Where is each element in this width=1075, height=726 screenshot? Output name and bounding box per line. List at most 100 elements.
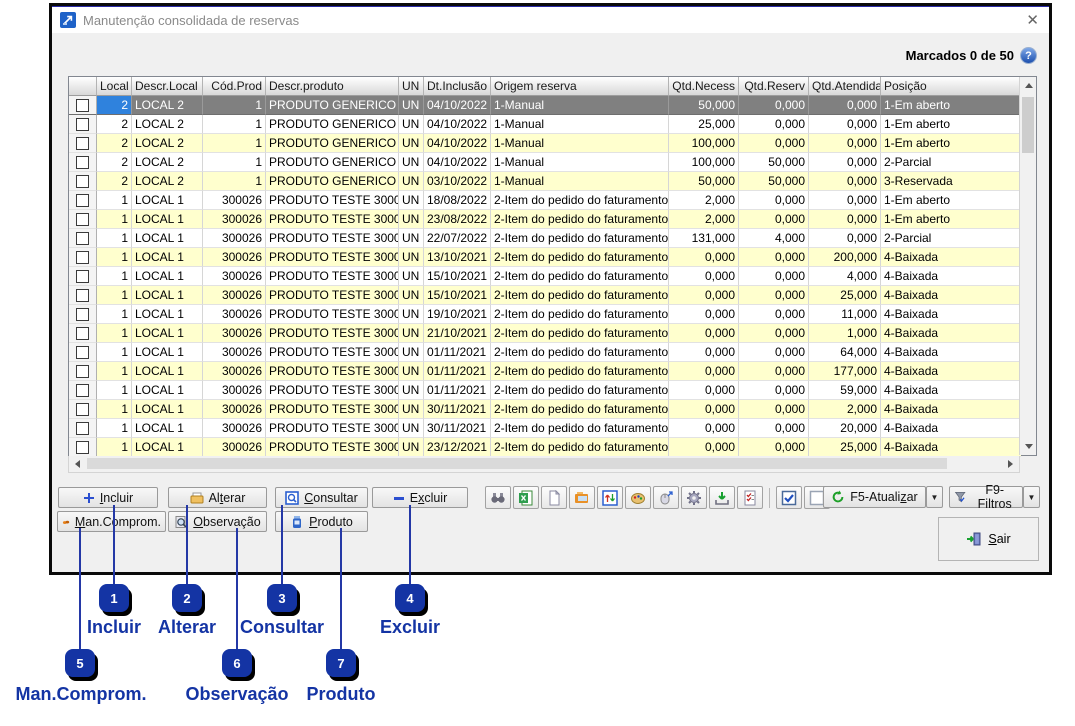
grid-cell[interactable]: 11,000 xyxy=(809,305,881,324)
row-checkbox[interactable] xyxy=(76,118,89,131)
row-checkbox-cell[interactable] xyxy=(69,229,97,248)
grid-cell[interactable]: 19/10/2021 xyxy=(424,305,491,324)
grid-cell[interactable]: PRODUTO TESTE 300026 xyxy=(266,400,399,419)
table-row[interactable]: 1LOCAL 1300026PRODUTO TESTE 300026UN30/1… xyxy=(69,419,1021,438)
grid-cell[interactable]: 2-Item do pedido do faturamento xyxy=(491,419,669,438)
scroll-left-icon[interactable] xyxy=(75,460,80,468)
grid-cell[interactable]: 2 xyxy=(97,115,132,134)
grid-cell[interactable]: PRODUTO TESTE 300026 xyxy=(266,267,399,286)
grid-cell[interactable]: LOCAL 1 xyxy=(132,362,203,381)
grid-cell[interactable]: 04/10/2022 xyxy=(424,96,491,115)
grid-cell[interactable]: LOCAL 2 xyxy=(132,96,203,115)
grid-cell[interactable]: 25,000 xyxy=(669,115,739,134)
grid-cell[interactable]: 1 xyxy=(203,172,266,191)
grid-cell[interactable]: UN xyxy=(399,153,424,172)
grid-cell[interactable]: 23/12/2021 xyxy=(424,438,491,457)
grid-cell[interactable]: UN xyxy=(399,324,424,343)
grid-cell[interactable]: UN xyxy=(399,438,424,457)
grid-cell[interactable]: 2-Item do pedido do faturamento xyxy=(491,210,669,229)
grid-cell[interactable]: 2-Item do pedido do faturamento xyxy=(491,343,669,362)
grid-cell[interactable]: 131,000 xyxy=(669,229,739,248)
row-checkbox-cell[interactable] xyxy=(69,172,97,191)
man-comprom-button[interactable]: Man.Comprom. xyxy=(57,511,166,532)
grid-cell[interactable]: 21/10/2021 xyxy=(424,324,491,343)
grid-cell[interactable]: 4-Baixada xyxy=(881,267,1021,286)
grid-cell[interactable]: 2-Item do pedido do faturamento xyxy=(491,286,669,305)
report-folder-button[interactable] xyxy=(569,486,595,509)
mouse-options-button[interactable] xyxy=(653,486,679,509)
grid-cell[interactable]: LOCAL 1 xyxy=(132,267,203,286)
grid-cell[interactable]: 0,000 xyxy=(669,343,739,362)
grid-cell[interactable]: 2,000 xyxy=(669,210,739,229)
row-checkbox-cell[interactable] xyxy=(69,210,97,229)
excluir-button[interactable]: Excluir xyxy=(372,487,468,508)
grid-cell[interactable]: 2-Item do pedido do faturamento xyxy=(491,381,669,400)
f5-refresh-button[interactable]: F5-Atualizar xyxy=(823,486,926,508)
grid-cell[interactable]: 177,000 xyxy=(809,362,881,381)
excel-export-button[interactable] xyxy=(513,486,539,509)
grid-cell[interactable]: 01/11/2021 xyxy=(424,381,491,400)
help-icon[interactable]: ? xyxy=(1020,47,1037,64)
grid-cell[interactable]: 1-Em aberto xyxy=(881,210,1021,229)
f9-dropdown-button[interactable]: ▼ xyxy=(1023,486,1040,508)
gear-settings-button[interactable] xyxy=(681,486,707,509)
grid-cell[interactable]: 30/11/2021 xyxy=(424,400,491,419)
grid-cell[interactable]: 0,000 xyxy=(669,438,739,457)
grid-cell[interactable]: 1 xyxy=(97,381,132,400)
grid-cell[interactable]: 1 xyxy=(203,153,266,172)
sort-order-button[interactable] xyxy=(597,486,623,509)
grid-cell[interactable]: 2-Item do pedido do faturamento xyxy=(491,267,669,286)
table-row[interactable]: 1LOCAL 1300026PRODUTO TESTE 300026UN30/1… xyxy=(69,400,1021,419)
grid-cell[interactable]: 300026 xyxy=(203,305,266,324)
row-checkbox-cell[interactable] xyxy=(69,419,97,438)
grid-cell[interactable]: UN xyxy=(399,134,424,153)
grid-cell[interactable]: 4-Baixada xyxy=(881,419,1021,438)
grid-cell[interactable]: 20,000 xyxy=(809,419,881,438)
grid-cell[interactable]: 50,000 xyxy=(739,153,809,172)
grid-cell[interactable]: 0,000 xyxy=(739,324,809,343)
horizontal-scroll-thumb[interactable] xyxy=(87,458,947,469)
grid-cell[interactable]: 1-Manual xyxy=(491,115,669,134)
consultar-button[interactable]: Consultar xyxy=(275,487,368,508)
grid-cell[interactable]: LOCAL 1 xyxy=(132,305,203,324)
grid-cell[interactable]: LOCAL 1 xyxy=(132,191,203,210)
grid-cell[interactable]: 4-Baixada xyxy=(881,438,1021,457)
row-checkbox[interactable] xyxy=(76,137,89,150)
grid-cell[interactable]: LOCAL 1 xyxy=(132,381,203,400)
grid-cell[interactable]: 2-Item do pedido do faturamento xyxy=(491,438,669,457)
grid-cell[interactable]: 0,000 xyxy=(809,96,881,115)
row-checkbox-cell[interactable] xyxy=(69,286,97,305)
table-row[interactable]: 2LOCAL 21PRODUTO GENERICOUN03/10/20221-M… xyxy=(69,172,1021,191)
row-checkbox-cell[interactable] xyxy=(69,343,97,362)
grid-cell[interactable]: 300026 xyxy=(203,286,266,305)
grid-cell[interactable]: 1-Manual xyxy=(491,172,669,191)
grid-cell[interactable]: 04/10/2022 xyxy=(424,153,491,172)
grid-cell[interactable]: UN xyxy=(399,191,424,210)
grid-cell[interactable]: PRODUTO TESTE 300026 xyxy=(266,229,399,248)
grid-cell[interactable]: 0,000 xyxy=(669,248,739,267)
grid-cell[interactable]: LOCAL 1 xyxy=(132,400,203,419)
row-checkbox-cell[interactable] xyxy=(69,362,97,381)
grid-cell[interactable]: 25,000 xyxy=(809,286,881,305)
vertical-scrollbar[interactable] xyxy=(1019,77,1036,455)
table-row[interactable]: 1LOCAL 1300026PRODUTO TESTE 300026UN01/1… xyxy=(69,343,1021,362)
grid-cell[interactable]: UN xyxy=(399,172,424,191)
grid-cell[interactable]: 0,000 xyxy=(669,267,739,286)
f9-filters-button[interactable]: F9-Filtros xyxy=(949,486,1023,508)
column-header[interactable]: Local xyxy=(97,77,132,96)
palette-button[interactable] xyxy=(625,486,651,509)
grid-cell[interactable]: 0,000 xyxy=(739,248,809,267)
grid-cell[interactable]: 1,000 xyxy=(809,324,881,343)
grid-cell[interactable]: 0,000 xyxy=(739,343,809,362)
table-row[interactable]: 1LOCAL 1300026PRODUTO TESTE 300026UN01/1… xyxy=(69,362,1021,381)
grid-cell[interactable]: 0,000 xyxy=(739,438,809,457)
column-header[interactable]: Descr.Local xyxy=(132,77,203,96)
grid-cell[interactable]: LOCAL 1 xyxy=(132,229,203,248)
grid-cell[interactable]: 0,000 xyxy=(669,286,739,305)
grid-cell[interactable]: PRODUTO GENERICO xyxy=(266,153,399,172)
grid-cell[interactable]: LOCAL 1 xyxy=(132,419,203,438)
row-checkbox[interactable] xyxy=(76,289,89,302)
grid-cell[interactable]: 2 xyxy=(97,134,132,153)
table-row[interactable]: 1LOCAL 1300026PRODUTO TESTE 300026UN23/0… xyxy=(69,210,1021,229)
grid-cell[interactable]: 03/10/2022 xyxy=(424,172,491,191)
